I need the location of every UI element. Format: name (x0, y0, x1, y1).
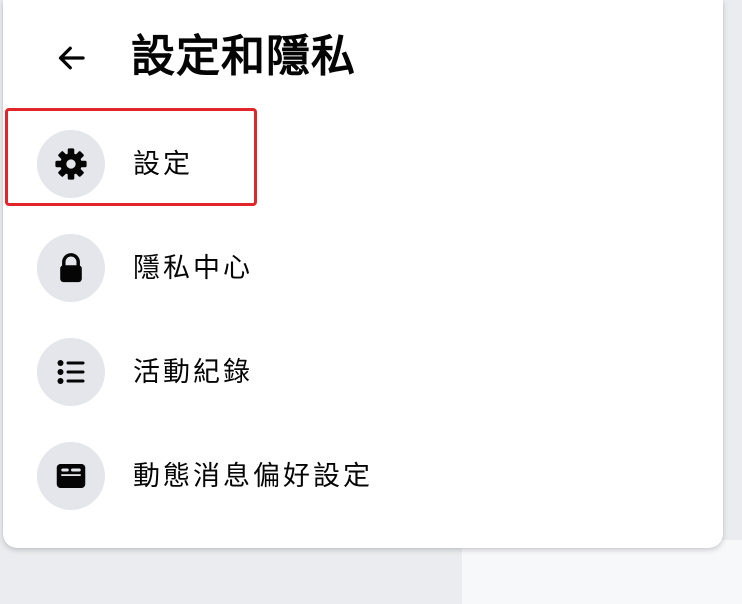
arrow-left-icon (58, 46, 85, 70)
menu-icon-circle (37, 442, 105, 510)
menu-item-activity-log[interactable]: 活動紀錄 (3, 320, 723, 424)
gear-icon (55, 148, 87, 180)
back-button[interactable] (43, 30, 99, 86)
background-region (462, 540, 742, 604)
menu-icon-circle (37, 234, 105, 302)
news-feed-icon (56, 464, 86, 488)
menu-icon-circle (37, 130, 105, 198)
menu-item-label: 動態消息偏好設定 (133, 461, 373, 492)
settings-menu: 設定 隱私中心 活動紀錄 動態消息偏好設定 (3, 112, 723, 528)
menu-icon-circle (37, 338, 105, 406)
menu-item-settings[interactable]: 設定 (3, 112, 723, 216)
settings-privacy-panel: 設定和隱私 設定 隱私中心 活動紀錄 動態消息偏好設定 (3, 0, 723, 548)
page-title: 設定和隱私 (131, 31, 356, 82)
list-icon (57, 360, 85, 384)
lock-icon (60, 253, 82, 283)
menu-item-news-feed-preferences[interactable]: 動態消息偏好設定 (3, 424, 723, 528)
menu-item-label: 設定 (133, 149, 193, 180)
panel-header: 設定和隱私 (3, 0, 723, 112)
menu-item-label: 活動紀錄 (133, 357, 253, 388)
menu-item-label: 隱私中心 (133, 253, 253, 284)
menu-item-privacy-center[interactable]: 隱私中心 (3, 216, 723, 320)
